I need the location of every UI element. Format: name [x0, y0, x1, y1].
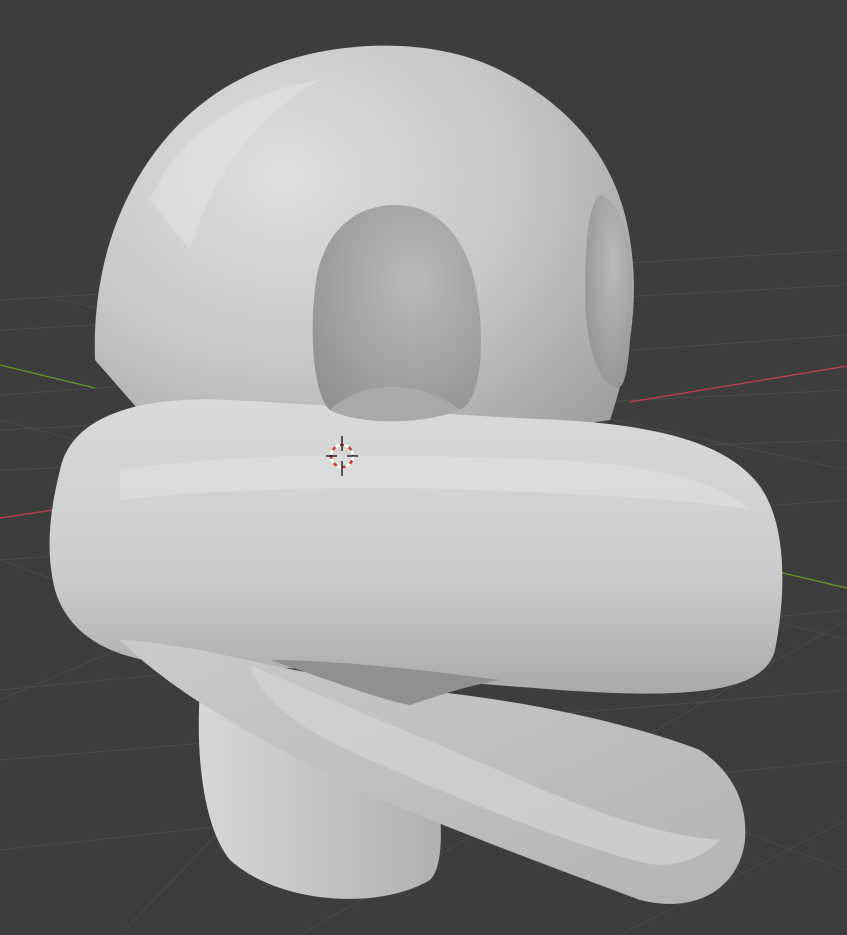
head-mesh[interactable] [49, 45, 783, 904]
y-axis-line [0, 364, 96, 389]
viewport-canvas[interactable] [0, 0, 847, 935]
x-axis-line-right [629, 365, 847, 403]
3d-viewport[interactable] [0, 0, 847, 935]
